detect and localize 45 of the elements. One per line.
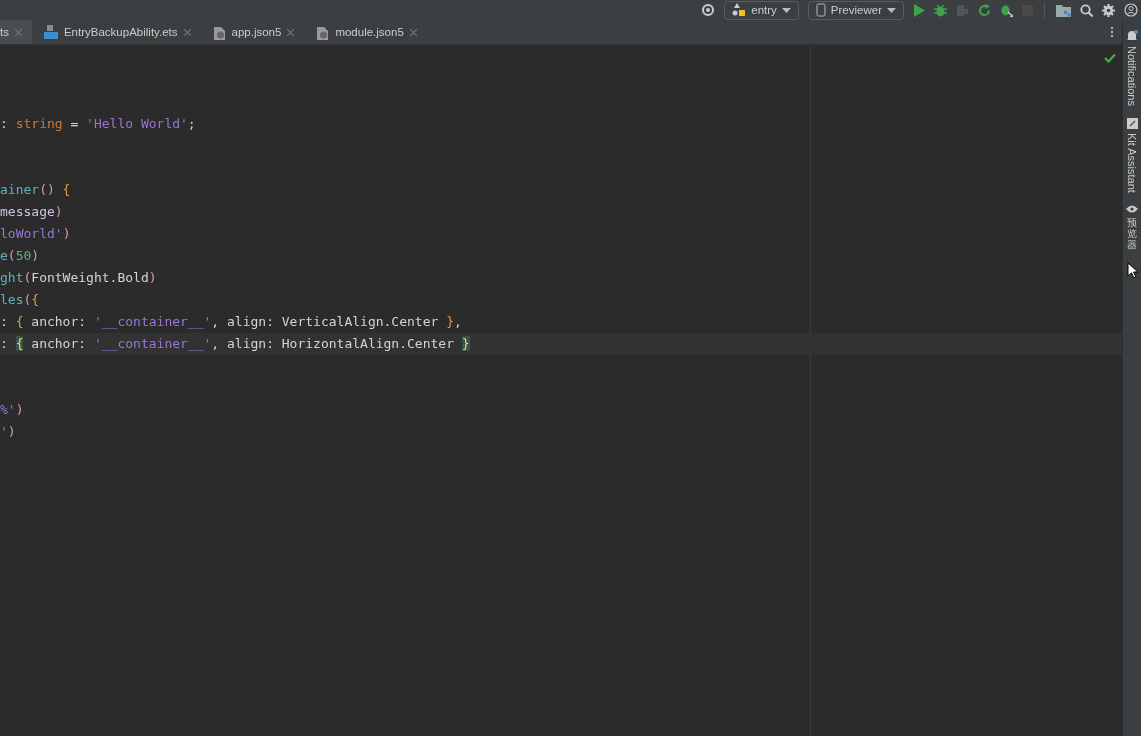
caret-icon [887,7,896,13]
code-line: : string = 'Hello World'; [0,116,196,131]
side-panel-tab[interactable]: Kit Assistant [1126,117,1138,193]
json-file-icon [212,24,226,40]
mouse-pointer-icon [1127,262,1139,279]
code-line: les({ [0,292,40,307]
run-icon[interactable] [913,3,925,17]
debug-icon[interactable] [934,3,947,17]
editor-tab[interactable]: ts [0,20,32,44]
caret-icon [781,7,791,13]
code-line: ') [0,424,16,439]
close-icon[interactable] [14,28,22,36]
ets-file-icon [43,25,58,39]
editor-tab[interactable]: EntryBackupAbility.ets [31,20,201,44]
json-file-icon [316,24,330,40]
code-line: %') [0,402,24,417]
code-line: ght(FontWeight.Bold) [0,270,157,285]
reload-icon[interactable] [978,3,991,17]
module-selector[interactable]: entry [724,0,799,20]
code-line: loWorld') [0,226,71,241]
side-panel-tab[interactable]: 预览器 [1126,204,1138,250]
device-selector[interactable]: Previewer [807,0,904,20]
eye-icon [1126,204,1138,213]
module-icon [732,3,747,17]
checkmark-icon [1104,53,1116,63]
search-icon[interactable] [1080,3,1093,17]
code-line: message) [0,204,63,219]
more-options-icon[interactable] [1110,26,1114,38]
close-icon[interactable] [183,28,191,36]
code-line: e(50) [0,248,40,263]
editor-tab[interactable]: module.json5 [304,20,427,44]
account-icon[interactable] [1124,3,1138,17]
phone-icon [815,3,826,17]
bell-icon [1126,30,1138,42]
close-icon[interactable] [409,28,417,36]
code-line: ainer() { [0,182,71,197]
close-icon[interactable] [287,28,295,36]
code-line: : { anchor: '__container__', align: VerticalAlign.Center }, [0,314,462,329]
settings-icon[interactable] [1102,3,1115,17]
side-panel-tab[interactable]: Notifications [1126,30,1138,106]
kit-icon [1126,117,1138,129]
editor-tab[interactable]: app.json5 [200,20,305,44]
folder-icon[interactable] [1056,3,1071,17]
code-line: : { anchor: '__container__', align: HorizontalAlign.Center } [0,336,470,351]
target-icon[interactable] [701,3,716,17]
